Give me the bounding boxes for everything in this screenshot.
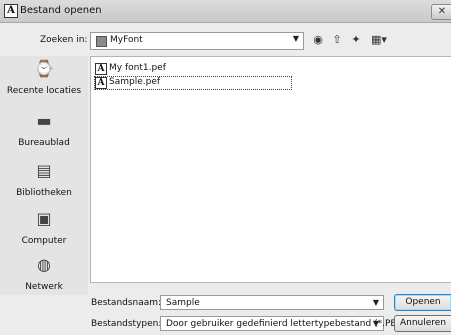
place-label: Bibliotheken — [16, 188, 72, 198]
recent-places-icon: ⌚ — [34, 59, 54, 78]
chevron-down-icon: ▼ — [292, 34, 299, 43]
place-libraries[interactable]: ▤ Bibliotheken — [0, 162, 88, 210]
place-label: Netwerk — [25, 282, 63, 292]
place-label: Recente locaties — [6, 86, 82, 96]
font-file-icon: A — [95, 77, 107, 89]
font-app-icon: A — [4, 4, 18, 18]
file-name: My font1.pef — [109, 63, 166, 73]
file-name: Sample.pef — [109, 77, 161, 87]
libraries-icon: ▤ — [36, 161, 52, 180]
lookin-value: MyFont — [110, 35, 143, 45]
cancel-button[interactable]: Annuleren — [394, 315, 451, 332]
filetype-select[interactable]: Door gebruiker gedefinierd lettertypebes… — [160, 316, 405, 331]
filename-value: Sample — [166, 298, 200, 308]
lookin-dropdown[interactable]: MyFont ▼ — [90, 32, 304, 50]
filetype-label: Bestandstypen: — [91, 319, 162, 329]
file-item-sample[interactable]: A Sample.pef — [94, 76, 292, 90]
filetype-value: Door gebruiker gedefinierd lettertypebes… — [166, 319, 405, 329]
places-bar: ⌚ Recente locaties ▬ Bureaublad ▤ Biblio… — [0, 56, 88, 295]
filename-input[interactable]: Sample ▼ — [160, 295, 384, 310]
font-file-icon: A — [95, 63, 107, 75]
views-icon[interactable]: ▦▾ — [368, 32, 390, 48]
network-icon: ◍ — [37, 255, 51, 274]
up-folder-icon[interactable]: ⇧ — [330, 32, 344, 48]
place-network[interactable]: ◍ Netwerk — [0, 256, 88, 304]
lookin-label: Zoeken in: — [40, 35, 88, 45]
computer-icon: ▣ — [36, 209, 52, 228]
place-label: Bureaublad — [18, 138, 70, 148]
chevron-down-icon[interactable]: ▼ — [373, 298, 379, 307]
new-folder-icon[interactable]: ✦ — [349, 32, 363, 48]
folder-icon — [96, 36, 107, 47]
window-title: Bestand openen — [20, 5, 102, 16]
filename-label: Bestandsnaam: — [91, 298, 162, 308]
title-bar: A Bestand openen ✕ — [0, 0, 451, 23]
back-icon[interactable]: ◉ — [311, 32, 325, 48]
place-computer[interactable]: ▣ Computer — [0, 210, 88, 258]
place-recent[interactable]: ⌚ Recente locaties — [0, 60, 88, 108]
place-label: Computer — [21, 236, 67, 246]
desktop-icon: ▬ — [36, 111, 52, 130]
file-list[interactable]: A My font1.pef A Sample.pef — [90, 56, 451, 283]
open-button[interactable]: Openen — [394, 294, 451, 311]
place-desktop[interactable]: ▬ Bureaublad — [0, 112, 88, 160]
chevron-down-icon[interactable]: ▼ — [373, 319, 379, 328]
close-button[interactable]: ✕ — [431, 4, 451, 20]
